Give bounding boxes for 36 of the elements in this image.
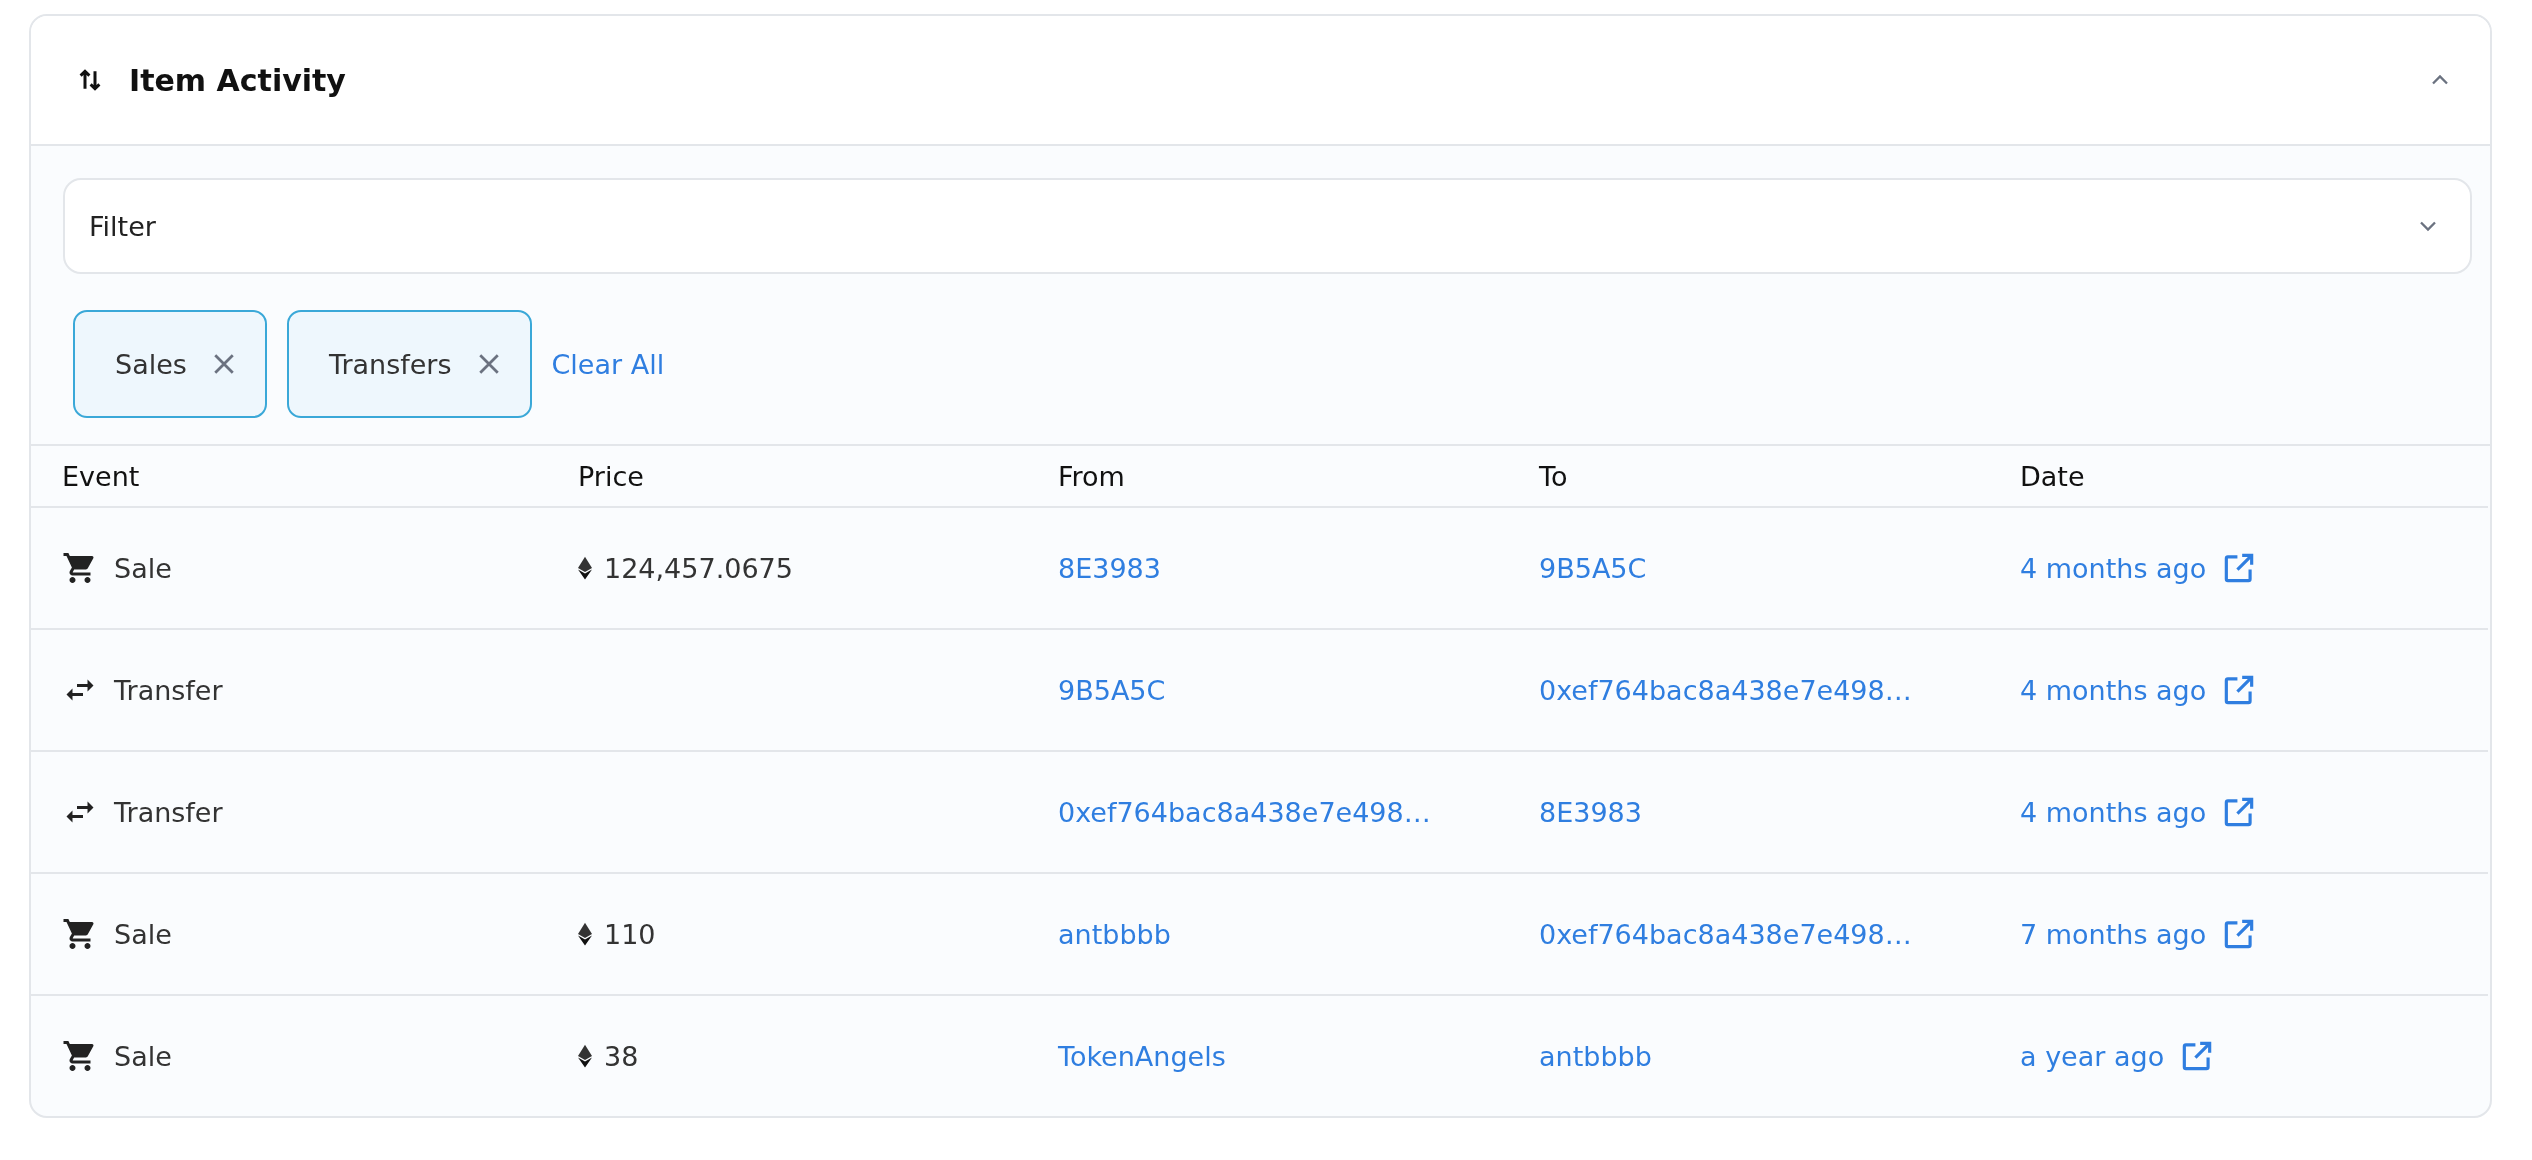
column-header: From <box>1058 460 1126 492</box>
ethereum-icon <box>578 556 592 580</box>
chip-label: Sales <box>115 348 187 380</box>
from-address-link[interactable]: TokenAngels <box>1058 1040 1226 1072</box>
to-address-link[interactable]: 0xef764bac8a438e7e498… <box>1539 918 1912 950</box>
from-address-link[interactable]: 8E3983 <box>1058 552 1161 584</box>
column-header: To <box>1539 460 1569 492</box>
price-value: 110 <box>604 918 656 950</box>
column-header: Date <box>2020 460 2086 492</box>
event-type: Transfer <box>114 674 223 706</box>
ethereum-icon <box>578 1044 592 1068</box>
ethereum-icon <box>578 922 592 946</box>
clear-all-link[interactable]: Clear All <box>551 348 665 380</box>
from-address-link[interactable]: antbbbb <box>1058 918 1171 950</box>
date-link[interactable]: 4 months ago <box>2020 796 2207 828</box>
price-value: 38 <box>604 1040 639 1072</box>
to-address-link[interactable]: 0xef764bac8a438e7e498… <box>1539 674 1912 706</box>
date-link[interactable]: 4 months ago <box>2020 552 2207 584</box>
filter-dropdown[interactable]: Filter <box>63 178 2472 274</box>
panel-title: Item Activity <box>129 62 346 98</box>
from-address-link[interactable]: 9B5A5C <box>1058 674 1166 706</box>
chip-label: Transfers <box>328 348 452 380</box>
date-link[interactable]: 7 months ago <box>2020 918 2207 950</box>
event-type: Sale <box>114 1040 172 1072</box>
column-header: Price <box>578 460 645 492</box>
to-address-link[interactable]: 9B5A5C <box>1539 552 1647 584</box>
column-header: Event <box>62 460 141 492</box>
date-link[interactable]: 4 months ago <box>2020 674 2207 706</box>
to-address-link[interactable]: antbbbb <box>1539 1040 1652 1072</box>
event-type: Sale <box>114 918 172 950</box>
event-type: Sale <box>114 552 172 584</box>
from-address-link[interactable]: 0xef764bac8a438e7e498… <box>1058 796 1431 828</box>
date-link[interactable]: a year ago <box>2020 1040 2165 1072</box>
price-value: 124,457.0675 <box>604 552 793 584</box>
to-address-link[interactable]: 8E3983 <box>1539 796 1642 828</box>
event-type: Transfer <box>114 796 223 828</box>
